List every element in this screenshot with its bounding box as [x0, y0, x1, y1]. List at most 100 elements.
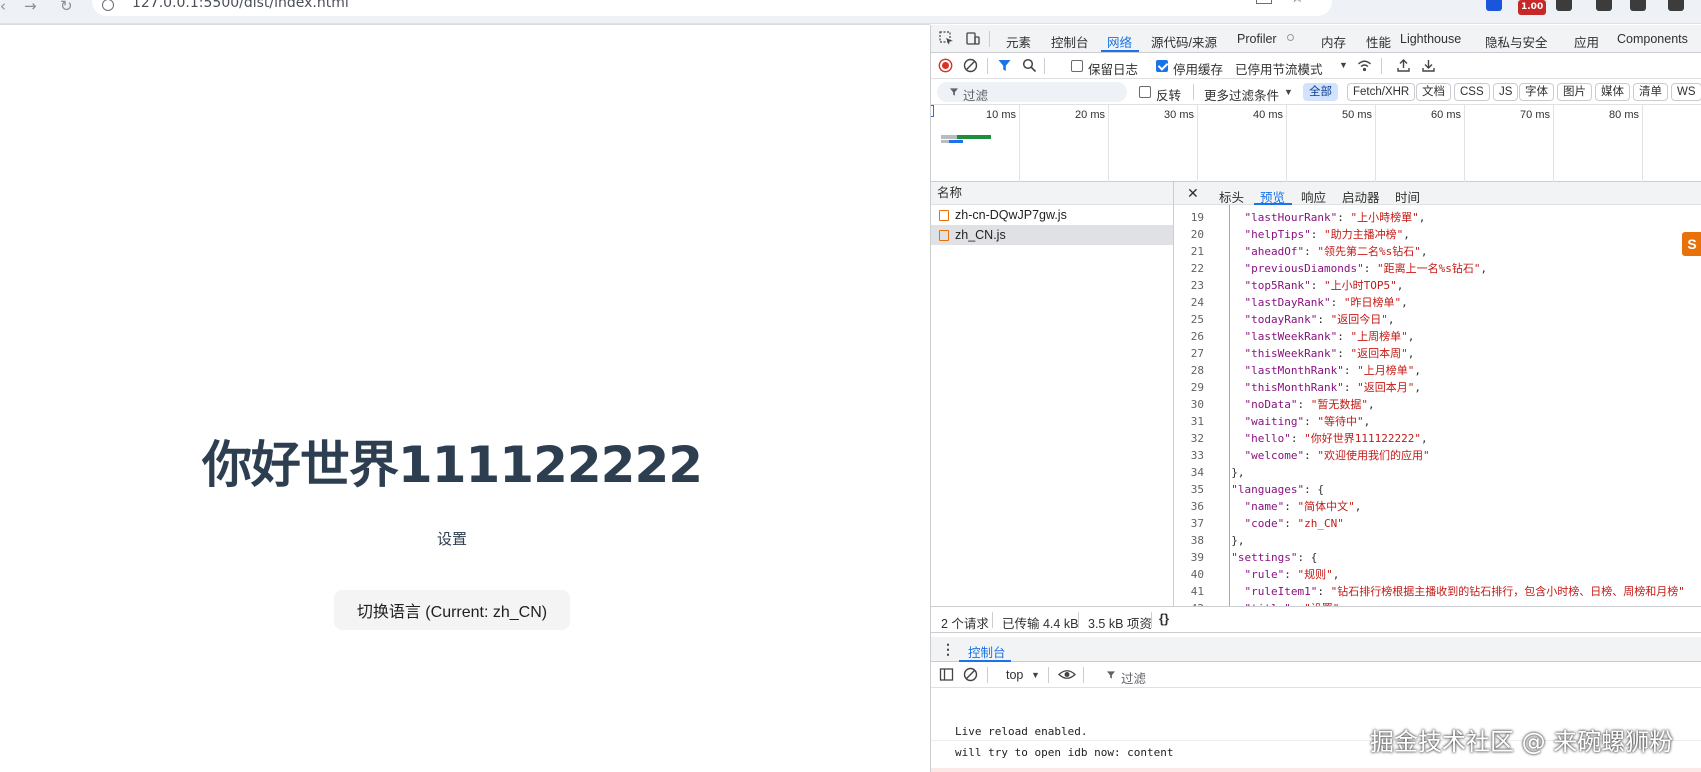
separator	[987, 58, 988, 74]
tab-initiator[interactable]: 启动器	[1342, 187, 1380, 206]
tab-headers[interactable]: 标头	[1219, 187, 1244, 206]
request-row[interactable]: zh-cn-DQwJP7gw.js	[931, 205, 1173, 225]
bookmark-star-icon[interactable]: ☆	[1291, 0, 1304, 6]
reload-icon[interactable]: ↻	[60, 0, 73, 14]
network-overview[interactable]: 10 ms 20 ms 30 ms 40 ms 50 ms 60 ms 70 m…	[931, 105, 1701, 182]
type-filter-js[interactable]: JS	[1493, 83, 1519, 101]
timeline-tick: 30 ms	[1164, 109, 1194, 121]
live-expression-eye-icon[interactable]	[1058, 667, 1076, 682]
separator	[1044, 58, 1045, 74]
extension-icon[interactable]	[1486, 0, 1502, 11]
context-select[interactable]: top	[1006, 668, 1023, 682]
json-key: "lastMonthRank"	[1244, 364, 1344, 377]
line-number: 25	[1190, 313, 1204, 326]
device-toolbar-icon[interactable]	[965, 31, 980, 46]
extension-icon[interactable]	[1630, 0, 1646, 11]
code-line: 26 "lastWeekRank": "上周榜单",	[1174, 328, 1701, 345]
forward-icon[interactable]: →	[24, 0, 37, 14]
network-conditions-icon[interactable]	[1357, 58, 1372, 73]
site-info-icon[interactable]	[102, 0, 114, 11]
separator	[1083, 667, 1084, 683]
extension-badge[interactable]: 1.00	[1518, 0, 1547, 15]
preserve-log-checkbox[interactable]	[1071, 60, 1083, 72]
tab-components[interactable]: Components	[1617, 32, 1688, 46]
filter-icon[interactable]	[997, 58, 1012, 73]
tab-sources[interactable]: 源代码/来源	[1151, 32, 1217, 51]
sidebar-toggle-icon[interactable]	[939, 667, 954, 682]
stop-recording-icon[interactable]	[938, 58, 953, 73]
ime-badge-icon[interactable]: S	[1682, 232, 1701, 256]
chevron-down-icon[interactable]: ▼	[1031, 670, 1040, 680]
code-line: 37 "code": "zh_CN"	[1174, 515, 1701, 532]
type-filter-manifest[interactable]: 清单	[1633, 83, 1668, 101]
line-number: 23	[1190, 279, 1204, 292]
back-icon[interactable]: ‹	[0, 0, 6, 14]
json-key: "todayRank"	[1244, 313, 1318, 326]
translate-icon[interactable]	[1256, 0, 1272, 4]
close-icon[interactable]: ✕	[1187, 185, 1199, 202]
inspect-element-icon[interactable]	[939, 31, 954, 46]
chevron-down-icon[interactable]: ▼	[1339, 60, 1348, 70]
search-icon[interactable]	[1022, 58, 1037, 73]
type-filter-fetch-xhr[interactable]: Fetch/XHR	[1347, 83, 1416, 101]
extension-icon[interactable]	[1556, 0, 1572, 11]
type-filter-doc[interactable]: 文档	[1416, 83, 1451, 101]
tab-timing[interactable]: 时间	[1395, 187, 1420, 206]
tab-lighthouse[interactable]: Lighthouse	[1400, 32, 1461, 46]
type-filter-css[interactable]: CSS	[1454, 83, 1490, 101]
extensions-puzzle-icon[interactable]	[1668, 0, 1684, 11]
json-key: "lastHourRank"	[1244, 211, 1338, 224]
more-options-icon[interactable]: ⋮	[941, 641, 955, 658]
drawer-tab-console[interactable]: 控制台	[968, 642, 1006, 661]
resource-size: 3.5 kB 项资	[1088, 617, 1152, 631]
preview-code[interactable]: 19 "lastHourRank": "上小時榜單", 20 "helpTips"…	[1174, 205, 1701, 606]
invert-checkbox[interactable]	[1139, 86, 1151, 98]
watermark: 掘金技术社区 @ 来碗螺狮粉	[1370, 728, 1674, 756]
disable-cache-checkbox[interactable]	[1156, 60, 1168, 72]
type-filter-img[interactable]: 图片	[1557, 83, 1592, 101]
address-bar[interactable]: 127.0.0.1:5500/dist/index.html ☆	[92, 0, 1332, 16]
tab-elements[interactable]: 元素	[1006, 32, 1031, 51]
type-filter-all[interactable]: 全部	[1303, 83, 1338, 101]
clear-console-icon[interactable]	[963, 667, 978, 682]
json-string-value: "暂无数据"	[1310, 398, 1368, 411]
type-filter-media[interactable]: 媒体	[1595, 83, 1630, 101]
import-har-icon[interactable]	[1396, 58, 1411, 73]
type-filter-font[interactable]: 字体	[1519, 83, 1554, 101]
tab-privacy-security[interactable]: 隐私与安全	[1485, 32, 1548, 51]
timeline-tick: 80 ms	[1609, 109, 1639, 121]
drawer-tabbar: ⋮ 控制台	[931, 637, 1701, 662]
more-filters-dropdown[interactable]: 更多过滤条件	[1204, 85, 1279, 104]
json-key: "settings"	[1231, 551, 1298, 564]
json-key: "lastWeekRank"	[1244, 330, 1338, 343]
separator	[992, 612, 993, 628]
extension-icon[interactable]	[1596, 0, 1612, 11]
throttling-select[interactable]: 已停用节流模式	[1235, 59, 1323, 78]
tab-application[interactable]: 应用	[1574, 32, 1599, 51]
json-string-value: "你好世界111122222"	[1304, 432, 1421, 445]
request-row-selected[interactable]: zh_CN.js	[931, 225, 1173, 245]
separator	[987, 667, 988, 683]
settings-link[interactable]: 设置	[0, 528, 904, 549]
name-column-header[interactable]: 名称	[931, 182, 1173, 205]
code-line: 21 "aheadOf": "领先第二名%s钻石",	[1174, 243, 1701, 260]
tab-response[interactable]: 响应	[1301, 187, 1326, 206]
type-filter-ws[interactable]: WS	[1671, 83, 1701, 101]
switch-language-button[interactable]: 切换语言 (Current: zh_CN)	[334, 590, 570, 630]
grid-line	[1375, 105, 1376, 182]
pretty-print-icon[interactable]: {}	[1159, 611, 1169, 626]
tab-performance[interactable]: 性能	[1366, 32, 1391, 51]
tab-network[interactable]: 网络	[1107, 32, 1132, 51]
tab-profiler[interactable]: Profiler	[1237, 32, 1277, 46]
chevron-down-icon[interactable]: ▼	[1284, 87, 1293, 97]
code-line: 22 "previousDiamonds": "距离上一名%s钻石",	[1174, 260, 1701, 277]
clear-icon[interactable]	[963, 58, 978, 73]
overview-handle[interactable]	[931, 105, 934, 117]
json-key: "helpTips"	[1244, 228, 1311, 241]
filter-input[interactable]: 过滤	[937, 82, 1127, 103]
export-har-icon[interactable]	[1421, 58, 1436, 73]
console-filter-input[interactable]: 过滤	[1121, 668, 1146, 687]
line-number: 21	[1190, 245, 1204, 258]
tab-console[interactable]: 控制台	[1051, 32, 1089, 51]
tab-memory[interactable]: 内存	[1321, 32, 1346, 51]
